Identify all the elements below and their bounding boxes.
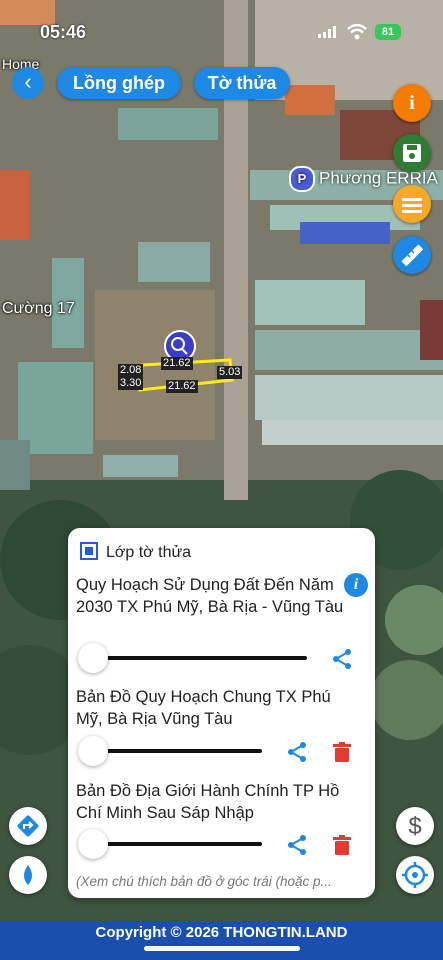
water-button[interactable] xyxy=(9,856,47,894)
wifi-icon xyxy=(347,24,367,40)
chevron-left-icon: ‹ xyxy=(24,69,32,94)
slider-thumb[interactable] xyxy=(78,736,108,766)
cellular-signal-icon xyxy=(318,26,336,38)
slider-thumb[interactable] xyxy=(78,829,108,859)
locate-button[interactable] xyxy=(396,856,434,894)
footer: Copyright © 2026 THONGTIN.LAND xyxy=(0,921,443,960)
copyright-text: Copyright © 2026 THONGTIN.LAND xyxy=(95,924,348,941)
share-icon[interactable] xyxy=(286,741,308,763)
parcel-dim-left-top: 2.08 xyxy=(118,364,144,377)
layer-panel: Lớp tờ thửa i Quy Hoạch Sử Dụng Đất Đến … xyxy=(68,528,375,898)
layer-panel-title: Lớp tờ thửa xyxy=(80,542,191,562)
ruler-icon xyxy=(401,244,424,267)
save-button[interactable] xyxy=(393,134,431,172)
opacity-slider-2[interactable] xyxy=(78,736,264,766)
opacity-slider-3[interactable] xyxy=(78,829,264,859)
directions-button[interactable] xyxy=(9,807,47,845)
poi-label: Phương ERRIA xyxy=(319,168,438,188)
status-time: 05:46 xyxy=(40,22,87,42)
share-icon[interactable] xyxy=(331,648,353,670)
measure-button[interactable] xyxy=(393,236,431,274)
dollar-icon: $ xyxy=(408,813,421,840)
parcel-dim-top: 21.62 xyxy=(161,357,193,370)
parcel-dim-bottom: 21.62 xyxy=(166,380,198,393)
locate-icon xyxy=(402,862,428,888)
battery-icon: 81 xyxy=(375,24,401,40)
list-icon xyxy=(402,198,422,213)
info-icon[interactable]: i xyxy=(344,573,368,597)
info-button[interactable]: i xyxy=(393,84,431,122)
checkbox-icon[interactable] xyxy=(80,542,98,560)
price-button[interactable]: $ xyxy=(396,807,434,845)
opacity-slider-1[interactable] xyxy=(78,643,310,673)
parking-icon: P xyxy=(289,166,315,192)
tab-overlay-button[interactable]: Lồng ghép xyxy=(57,67,181,99)
svg-text:$: $ xyxy=(408,813,421,840)
layer-name-3: Bản Đồ Địa Giới Hành Chính TP Hồ Chí Min… xyxy=(76,782,340,822)
layer-name-1: Quy Hoạch Sử Dụng Đất Đến Năm 2030 TX Ph… xyxy=(76,576,344,616)
parcel-dim-right: 5.03 xyxy=(217,366,243,379)
back-button[interactable]: ‹ xyxy=(12,67,44,99)
directions-icon xyxy=(17,815,39,837)
list-button[interactable] xyxy=(393,185,431,223)
tab-parcel-button[interactable]: Tờ thửa xyxy=(194,67,290,99)
layer-name-2: Bản Đồ Quy Hoạch Chung TX Phú Mỹ, Bà Rịa… xyxy=(76,688,331,728)
water-drop-icon xyxy=(24,865,32,885)
home-indicator[interactable] xyxy=(144,946,300,951)
info-icon: i xyxy=(409,92,415,114)
trash-icon[interactable] xyxy=(333,742,351,762)
trash-icon[interactable] xyxy=(333,835,351,855)
legend-note: (Xem chú thích bản đồ ở góc trái (hoặc p… xyxy=(76,874,332,889)
status-bar: 05:46 81 xyxy=(0,18,443,48)
slider-thumb[interactable] xyxy=(78,643,108,673)
save-icon xyxy=(403,144,421,162)
map-label-cuong: Cường 17 xyxy=(2,300,75,317)
share-icon[interactable] xyxy=(286,834,308,856)
parcel-dim-left-bottom: 3.30 xyxy=(118,377,144,390)
